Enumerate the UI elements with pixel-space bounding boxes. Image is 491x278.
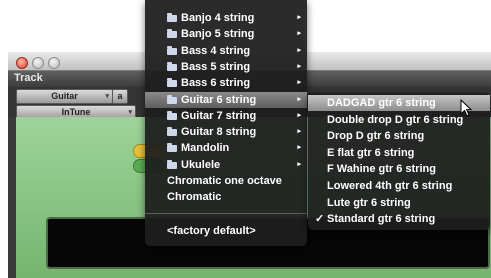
tuning-menu: Banjo 4 string ▸ Banjo 5 string ▸ Bass 4 str… — [145, 0, 307, 246]
menu-item[interactable]: Chromatic one octave — [145, 173, 307, 189]
menu-item-label: Mandolin — [181, 142, 230, 154]
submenu-item[interactable]: E flat gtr 6 string — [308, 145, 490, 161]
menu-item-label: <factory default> — [167, 225, 256, 237]
screen: Track Guitar ▾ a InTune ▾ Banjo 4 string… — [0, 0, 491, 278]
submenu-arrow-icon: ▸ — [297, 128, 301, 135]
submenu-item[interactable]: ✓ Standard gtr 6 string — [308, 211, 490, 227]
folder-icon — [167, 160, 177, 169]
submenu-arrow-icon: ▸ — [297, 112, 301, 119]
folder-icon — [167, 111, 177, 120]
submenu-arrow-icon: ▸ — [297, 63, 301, 70]
menu-item-label: Ukulele — [181, 159, 221, 171]
submenu-item[interactable]: Lowered 4th gtr 6 string — [308, 178, 490, 194]
menu-item-label: Chromatic one octave — [167, 175, 282, 187]
menu-item-label: Banjo 5 string — [181, 28, 255, 40]
submenu-item-label: DADGAD gtr 6 string — [327, 97, 436, 109]
submenu-item-label: Lute gtr 6 string — [327, 197, 411, 209]
menu-item-label: Chromatic — [167, 191, 222, 203]
mouse-cursor-icon — [460, 99, 472, 117]
folder-icon — [167, 13, 177, 22]
folder-icon — [167, 29, 177, 38]
menu-item-label: Bass 4 string — [181, 45, 251, 57]
submenu-arrow-icon: ▸ — [297, 79, 301, 86]
instrument-dropdown[interactable]: Guitar ▾ — [16, 89, 113, 104]
preset-value: InTune — [61, 107, 91, 117]
submenu-arrow-icon: ▸ — [297, 144, 301, 151]
menu-item-label: Banjo 4 string — [181, 12, 255, 24]
submenu-item[interactable]: F Wahine gtr 6 string — [308, 161, 490, 177]
folder-icon — [167, 62, 177, 71]
folder-icon — [167, 46, 177, 55]
menu-item[interactable]: Banjo 5 string ▸ — [145, 26, 307, 42]
menu-item[interactable]: Bass 5 string ▸ — [145, 59, 307, 75]
folder-icon — [167, 78, 177, 87]
menu-item[interactable]: Mandolin ▸ — [145, 140, 307, 156]
menu-item-label: Bass 6 string — [181, 77, 251, 89]
submenu-arrow-icon: ▸ — [297, 96, 301, 103]
zoom-window-button[interactable] — [48, 57, 60, 69]
menu-item[interactable]: Guitar 8 string ▸ — [145, 124, 307, 140]
menu-item[interactable]: Chromatic — [145, 189, 307, 205]
key-value: a — [117, 91, 123, 101]
factory-default-item[interactable]: <factory default> — [145, 223, 307, 239]
menu-item[interactable]: Bass 4 string ▸ — [145, 43, 307, 59]
menu-separator — [145, 213, 307, 214]
menu-item-label: Bass 5 string — [181, 61, 251, 73]
menu-item-label: Guitar 7 string — [181, 110, 257, 122]
chevron-down-icon: ▾ — [105, 93, 109, 100]
submenu-item-label: F Wahine gtr 6 string — [327, 163, 436, 175]
menu-item-label: Guitar 6 string — [181, 94, 257, 106]
folder-icon — [167, 127, 177, 136]
submenu-item-label: E flat gtr 6 string — [327, 147, 415, 159]
submenu-item[interactable]: Lute gtr 6 string — [308, 195, 490, 211]
checkmark-icon: ✓ — [315, 213, 325, 225]
submenu-arrow-icon: ▸ — [297, 161, 301, 168]
submenu-item-label: Drop D gtr 6 string — [327, 130, 425, 142]
submenu-item-label: Lowered 4th gtr 6 string — [327, 180, 453, 192]
submenu-item-label: Standard gtr 6 string — [327, 213, 436, 225]
key-dropdown[interactable]: a — [112, 89, 128, 104]
submenu-item[interactable]: Drop D gtr 6 string — [308, 128, 490, 144]
menu-item[interactable]: Guitar 6 string ▸ — [145, 92, 307, 108]
menu-item[interactable]: Banjo 4 string ▸ — [145, 10, 307, 26]
close-window-button[interactable] — [16, 57, 28, 69]
menu-item-label: Guitar 8 string — [181, 126, 257, 138]
folder-icon — [167, 143, 177, 152]
instrument-value: Guitar — [51, 91, 78, 101]
menu-item[interactable]: Ukulele ▸ — [145, 157, 307, 173]
menu-item[interactable]: Bass 6 string ▸ — [145, 75, 307, 91]
submenu-arrow-icon: ▸ — [297, 30, 301, 37]
folder-icon — [167, 95, 177, 104]
submenu-arrow-icon: ▸ — [297, 14, 301, 21]
minimize-window-button[interactable] — [32, 57, 44, 69]
submenu-arrow-icon: ▸ — [297, 47, 301, 54]
submenu-item-label: Double drop D gtr 6 string — [327, 114, 464, 126]
track-label: Track — [14, 72, 43, 84]
menu-item[interactable]: Guitar 7 string ▸ — [145, 108, 307, 124]
